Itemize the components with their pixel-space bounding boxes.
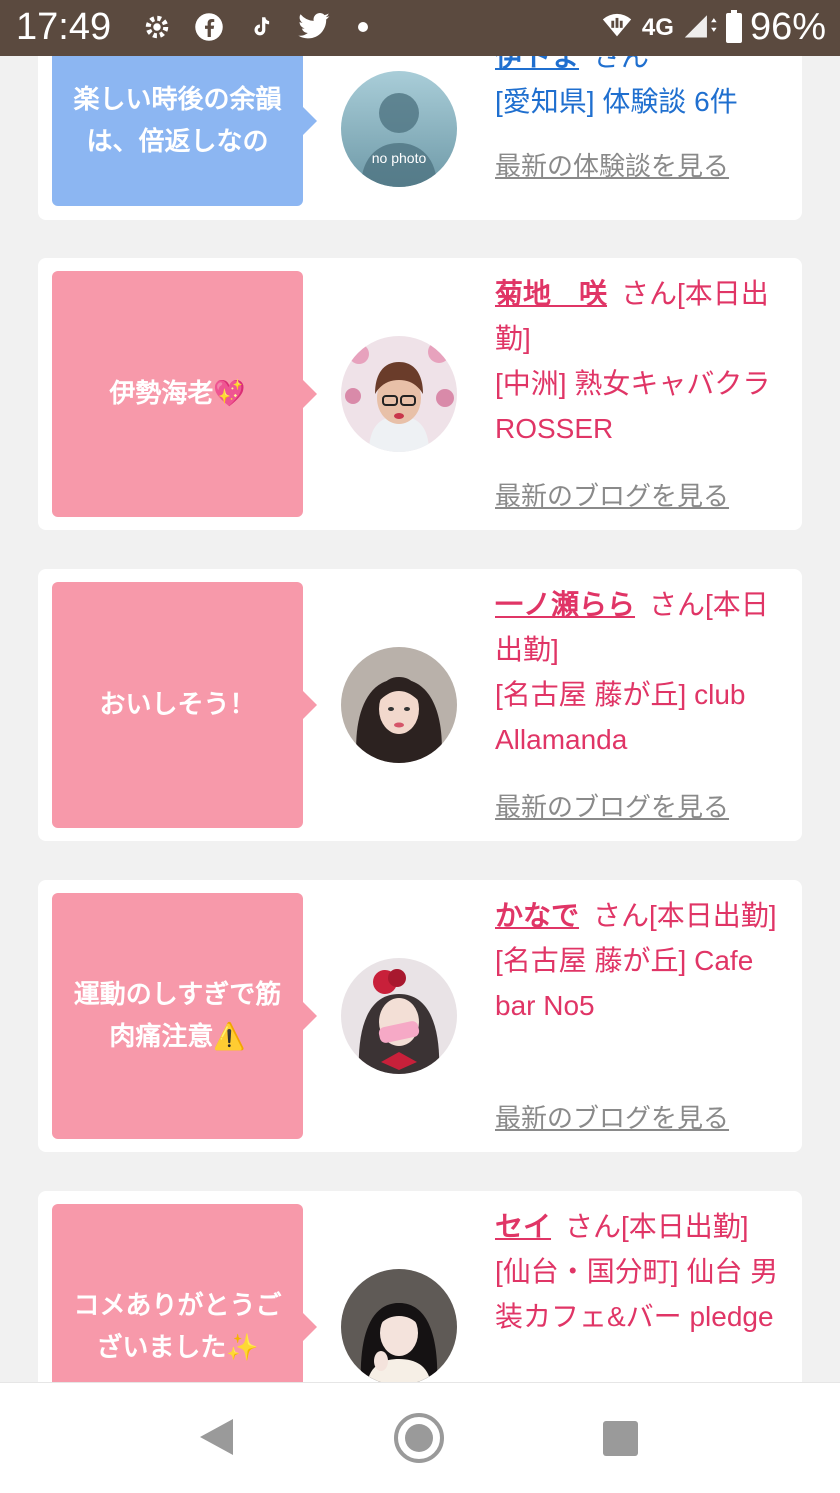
avatar-no-photo[interactable]: no photo (341, 71, 457, 187)
poster-detail: [中洲] 熟女キャバクラ ROSSER (495, 368, 771, 444)
poster-honorific: さん (593, 56, 650, 72)
poster-name-link[interactable]: かなで (495, 900, 579, 931)
avatar-photo[interactable] (341, 336, 457, 452)
comment-bubble: 運動のしすぎで筋肉痛注意⚠️ (52, 893, 317, 1139)
comment-bubble: コメありがとうございました✨ (52, 1204, 317, 1382)
avatar-photo[interactable] (341, 1269, 457, 1382)
latest-link[interactable]: 最新のブログを見る (495, 476, 729, 513)
status-right-group: 4G 96% (600, 6, 826, 49)
comment-bubble: おいしそう！ (52, 582, 317, 828)
comment-text: 楽しい時後の余韻は、倍返しなの (73, 85, 282, 157)
latest-link[interactable]: 最新のブログを見る (495, 787, 729, 824)
tiktok-icon (244, 10, 278, 44)
poster-name-link[interactable]: セイ (495, 1211, 551, 1242)
poster-name-link[interactable]: 伊トま (495, 56, 579, 72)
poster-detail: [愛知県] 体験談 6件 (495, 86, 738, 117)
settings-icon (140, 10, 174, 44)
back-icon[interactable] (200, 1419, 233, 1455)
comment-text: 伊勢海老💖 (109, 379, 246, 409)
avatar-photo[interactable] (341, 647, 457, 763)
comment-bubble: 楽しい時後の余韻は、倍返しなの (52, 56, 317, 206)
battery-icon (725, 9, 742, 43)
notification-dot-icon (358, 22, 368, 32)
poster-honorific: さん[本日出勤] (565, 1211, 749, 1242)
poster-info: 伊トま さん [愛知県] 体験談 6件 (495, 56, 785, 124)
comment-card: 運動のしすぎで筋肉痛注意⚠️ かなで さん[本日出勤] [名古屋 藤が丘] Caf… (38, 880, 802, 1152)
poster-detail: [名古屋 藤が丘] Cafe bar No5 (495, 945, 754, 1021)
latest-link[interactable]: 最新の体験談を見る (495, 146, 729, 183)
comment-card: 伊勢海老💖 菊地 咲さん[本日出勤] [中洲] 熟女キャバクラ ROSSER 最… (38, 258, 802, 530)
avatar-photo[interactable] (341, 958, 457, 1074)
poster-info: 一ノ瀬らら さん[本日出勤] [名古屋 藤が丘] club Allamanda (495, 582, 785, 762)
no-photo-label: no photo (372, 150, 427, 166)
poster-honorific: さん[本日出勤] (593, 900, 777, 931)
poster-info: かなで さん[本日出勤] [名古屋 藤が丘] Cafe bar No5 (495, 893, 785, 1028)
comment-text: コメありがとうございました✨ (73, 1291, 282, 1363)
poster-name-link[interactable]: 菊地 咲 (495, 278, 607, 309)
status-bar: 17:49 4G 96% (0, 0, 840, 56)
wifi-icon (600, 10, 634, 45)
poster-info: セイ さん[本日出勤] [仙台・国分町] 仙台 男装カフェ&バー pledge (495, 1204, 785, 1339)
comment-feed[interactable]: 楽しい時後の余韻は、倍返しなの no photo 伊トま さん [愛知県] 体験談… (0, 56, 840, 1382)
poster-detail: [仙台・国分町] 仙台 男装カフェ&バー pledge (495, 1256, 779, 1332)
comment-bubble: 伊勢海老💖 (52, 271, 317, 517)
latest-link[interactable]: 最新のブログを見る (495, 1098, 729, 1135)
poster-name-link[interactable]: 一ノ瀬らら (495, 589, 635, 620)
comment-card: コメありがとうございました✨ セイ さん[本日出勤] [仙台・国分町] 仙台 男装… (38, 1191, 802, 1382)
twitter-icon (294, 10, 334, 44)
comment-card: おいしそう！ 一ノ瀬らら さん[本日出勤] [名古屋 藤が丘] club Alla… (38, 569, 802, 841)
comment-card: 楽しい時後の余韻は、倍返しなの no photo 伊トま さん [愛知県] 体験談… (38, 56, 802, 220)
comment-text: おいしそう！ (99, 690, 256, 720)
navigation-bar (0, 1382, 840, 1493)
signal-icon (682, 11, 718, 44)
status-time: 17:49 (16, 6, 112, 48)
recent-apps-icon[interactable] (603, 1421, 638, 1456)
poster-info: 菊地 咲さん[本日出勤] [中洲] 熟女キャバクラ ROSSER (495, 271, 785, 451)
comment-text: 運動のしすぎで筋肉痛注意⚠️ (73, 980, 282, 1052)
battery-percent: 96% (749, 6, 826, 48)
home-icon[interactable] (394, 1413, 444, 1463)
poster-detail: [名古屋 藤が丘] club Allamanda (495, 679, 746, 755)
facebook-icon (192, 10, 226, 44)
network-type: 4G (641, 13, 674, 41)
